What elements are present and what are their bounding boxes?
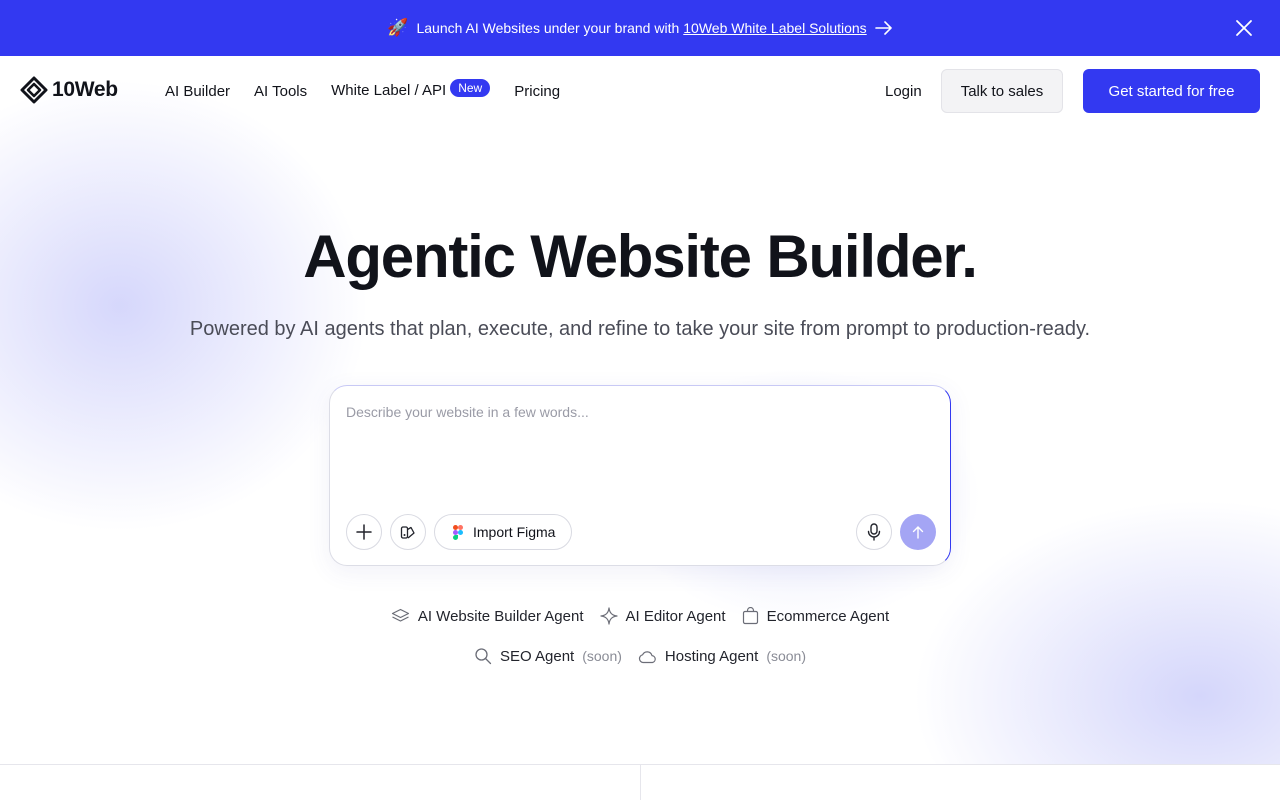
agent-label: SEO Agent	[500, 647, 575, 665]
soon-label: (soon)	[582, 648, 622, 664]
banner-link[interactable]: 10Web White Label Solutions	[683, 20, 866, 36]
nav-item-ai-builder[interactable]: AI Builder	[165, 83, 230, 100]
plus-icon	[356, 524, 372, 540]
arrow-right-icon[interactable]	[874, 21, 893, 35]
nav-item-white-label-text: White Label / API	[331, 82, 447, 99]
agent-label: AI Website Builder Agent	[417, 607, 584, 625]
website-description-input[interactable]	[346, 404, 906, 420]
logo-mark-icon	[20, 76, 48, 104]
close-icon[interactable]	[1234, 18, 1254, 38]
import-figma-label: Import Figma	[473, 524, 556, 540]
announcement-banner: 🚀 Launch AI Websites under your brand wi…	[0, 0, 1280, 56]
agent-label: Ecommerce Agent	[766, 607, 890, 625]
import-figma-button[interactable]: Import Figma	[434, 514, 573, 550]
prompt-box: Import Figma	[329, 385, 951, 566]
agents-row-1: AI Website Builder Agent AI Editor Agent…	[0, 607, 1280, 625]
agents-row-2: SEO Agent (soon) Hosting Agent (soon)	[0, 647, 1280, 665]
login-link[interactable]: Login	[885, 83, 922, 100]
hero-title: Agentic Website Builder.	[303, 223, 978, 290]
main-nav: 10Web AI Builder AI Tools White Label / …	[0, 56, 1280, 126]
nav-links: AI Builder AI Tools White Label / API New…	[165, 79, 584, 100]
agent-ai-website-builder[interactable]: AI Website Builder Agent	[391, 607, 584, 625]
style-button[interactable]	[390, 514, 426, 550]
microphone-button[interactable]	[856, 514, 892, 550]
sparkle-icon	[599, 607, 618, 625]
search-icon	[475, 648, 492, 665]
column-divider	[640, 764, 641, 800]
send-button[interactable]	[900, 514, 936, 550]
arrow-up-icon	[912, 526, 924, 539]
rocket-icon: 🚀	[387, 18, 409, 37]
logo[interactable]: 10Web	[20, 76, 118, 104]
hero-subtitle: Powered by AI agents that plan, execute,…	[189, 318, 1091, 340]
banner-text: Launch AI Websites under your brand with	[416, 20, 680, 36]
logo-text: 10Web	[52, 78, 118, 101]
new-badge: New	[450, 79, 491, 97]
shopping-bag-icon	[742, 607, 758, 625]
talk-to-sales-button[interactable]: Talk to sales	[941, 69, 1063, 113]
get-started-button[interactable]: Get started for free	[1083, 69, 1260, 113]
agent-label: AI Editor Agent	[625, 607, 726, 625]
microphone-icon	[867, 523, 881, 541]
figma-icon	[453, 524, 463, 540]
soon-label: (soon)	[766, 648, 806, 664]
nav-item-pricing[interactable]: Pricing	[514, 83, 560, 100]
add-button[interactable]	[346, 514, 382, 550]
agent-hosting[interactable]: Hosting Agent (soon)	[638, 647, 806, 665]
agent-ai-editor[interactable]: AI Editor Agent	[599, 607, 726, 625]
nav-item-white-label[interactable]: White Label / API New	[331, 79, 491, 100]
nav-item-ai-tools[interactable]: AI Tools	[254, 83, 307, 100]
agent-seo[interactable]: SEO Agent (soon)	[474, 647, 622, 665]
layers-icon	[391, 608, 409, 622]
agent-ecommerce[interactable]: Ecommerce Agent	[742, 607, 890, 625]
style-icon	[400, 526, 415, 539]
cloud-icon	[638, 650, 656, 663]
agent-label: Hosting Agent	[664, 647, 759, 665]
